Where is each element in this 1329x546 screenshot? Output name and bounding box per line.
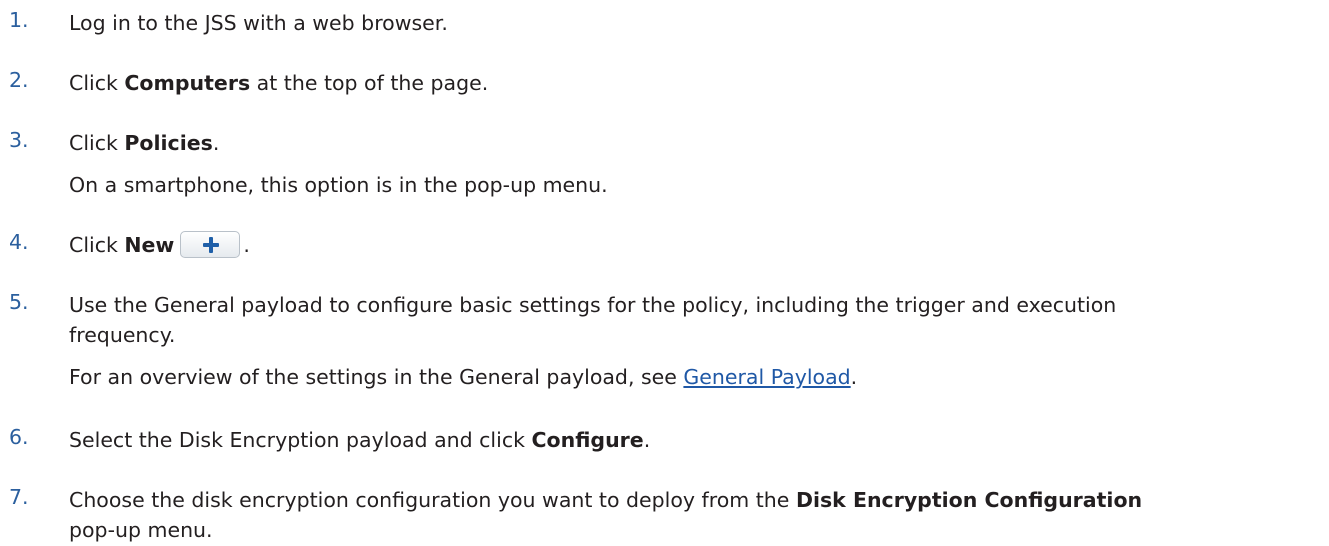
ui-term-policies: Policies: [124, 131, 213, 155]
ui-term-computers: Computers: [124, 71, 251, 95]
step-number: 7.: [9, 485, 29, 509]
general-payload-link[interactable]: General Payload: [683, 365, 850, 389]
step-4-pre: Click: [69, 233, 125, 257]
step-3-pre: Click: [69, 131, 125, 155]
step-3-note: On a smartphone, this option is in the p…: [69, 173, 608, 197]
ui-term-configure: Configure: [531, 428, 644, 452]
step-text: Click Computers at the top of the page.: [69, 68, 1319, 98]
step-3-post: .: [212, 131, 220, 155]
step-number: 1.: [9, 8, 29, 32]
step-text: Click New.: [69, 230, 1319, 260]
step-6-post: .: [643, 428, 651, 452]
step-text: Select the Disk Encryption payload and c…: [69, 425, 1319, 455]
step-number: 6.: [9, 425, 29, 449]
new-plus-button-image: [180, 230, 241, 258]
step-number: 2.: [9, 68, 29, 92]
step-1-text: Log in to the JSS with a web browser.: [69, 11, 448, 35]
step-number: 5.: [9, 290, 29, 314]
step-5-note: For an overview of the settings in the G…: [69, 365, 684, 389]
step-2-post: at the top of the page.: [250, 71, 489, 95]
step-text: Click Policies. On a smartphone, this op…: [69, 128, 1319, 200]
step-number: 4.: [9, 230, 29, 254]
step-5-note-post: .: [850, 365, 858, 389]
step-2-pre: Click: [69, 71, 125, 95]
step-7-pre: Choose the disk encryption configuration…: [69, 488, 796, 512]
step-5-line-1: Use the General payload to configure bas…: [69, 293, 1117, 317]
step-6-pre: Select the Disk Encryption payload and c…: [69, 428, 532, 452]
plus-icon: [203, 236, 220, 253]
ui-term-disk-encryption-configuration: Disk Encryption Configuration: [795, 488, 1143, 512]
step-number: 3.: [9, 128, 29, 152]
step-text: Choose the disk encryption configuration…: [69, 485, 1319, 545]
step-text: Log in to the JSS with a web browser.: [69, 8, 1319, 38]
step-4-post: .: [243, 233, 250, 257]
step-5-line-2: frequency.: [69, 323, 176, 347]
ui-term-new: New: [124, 233, 175, 257]
step-7-line-2: pop-up menu.: [69, 518, 213, 542]
step-text: Use the General payload to configure bas…: [69, 290, 1319, 392]
